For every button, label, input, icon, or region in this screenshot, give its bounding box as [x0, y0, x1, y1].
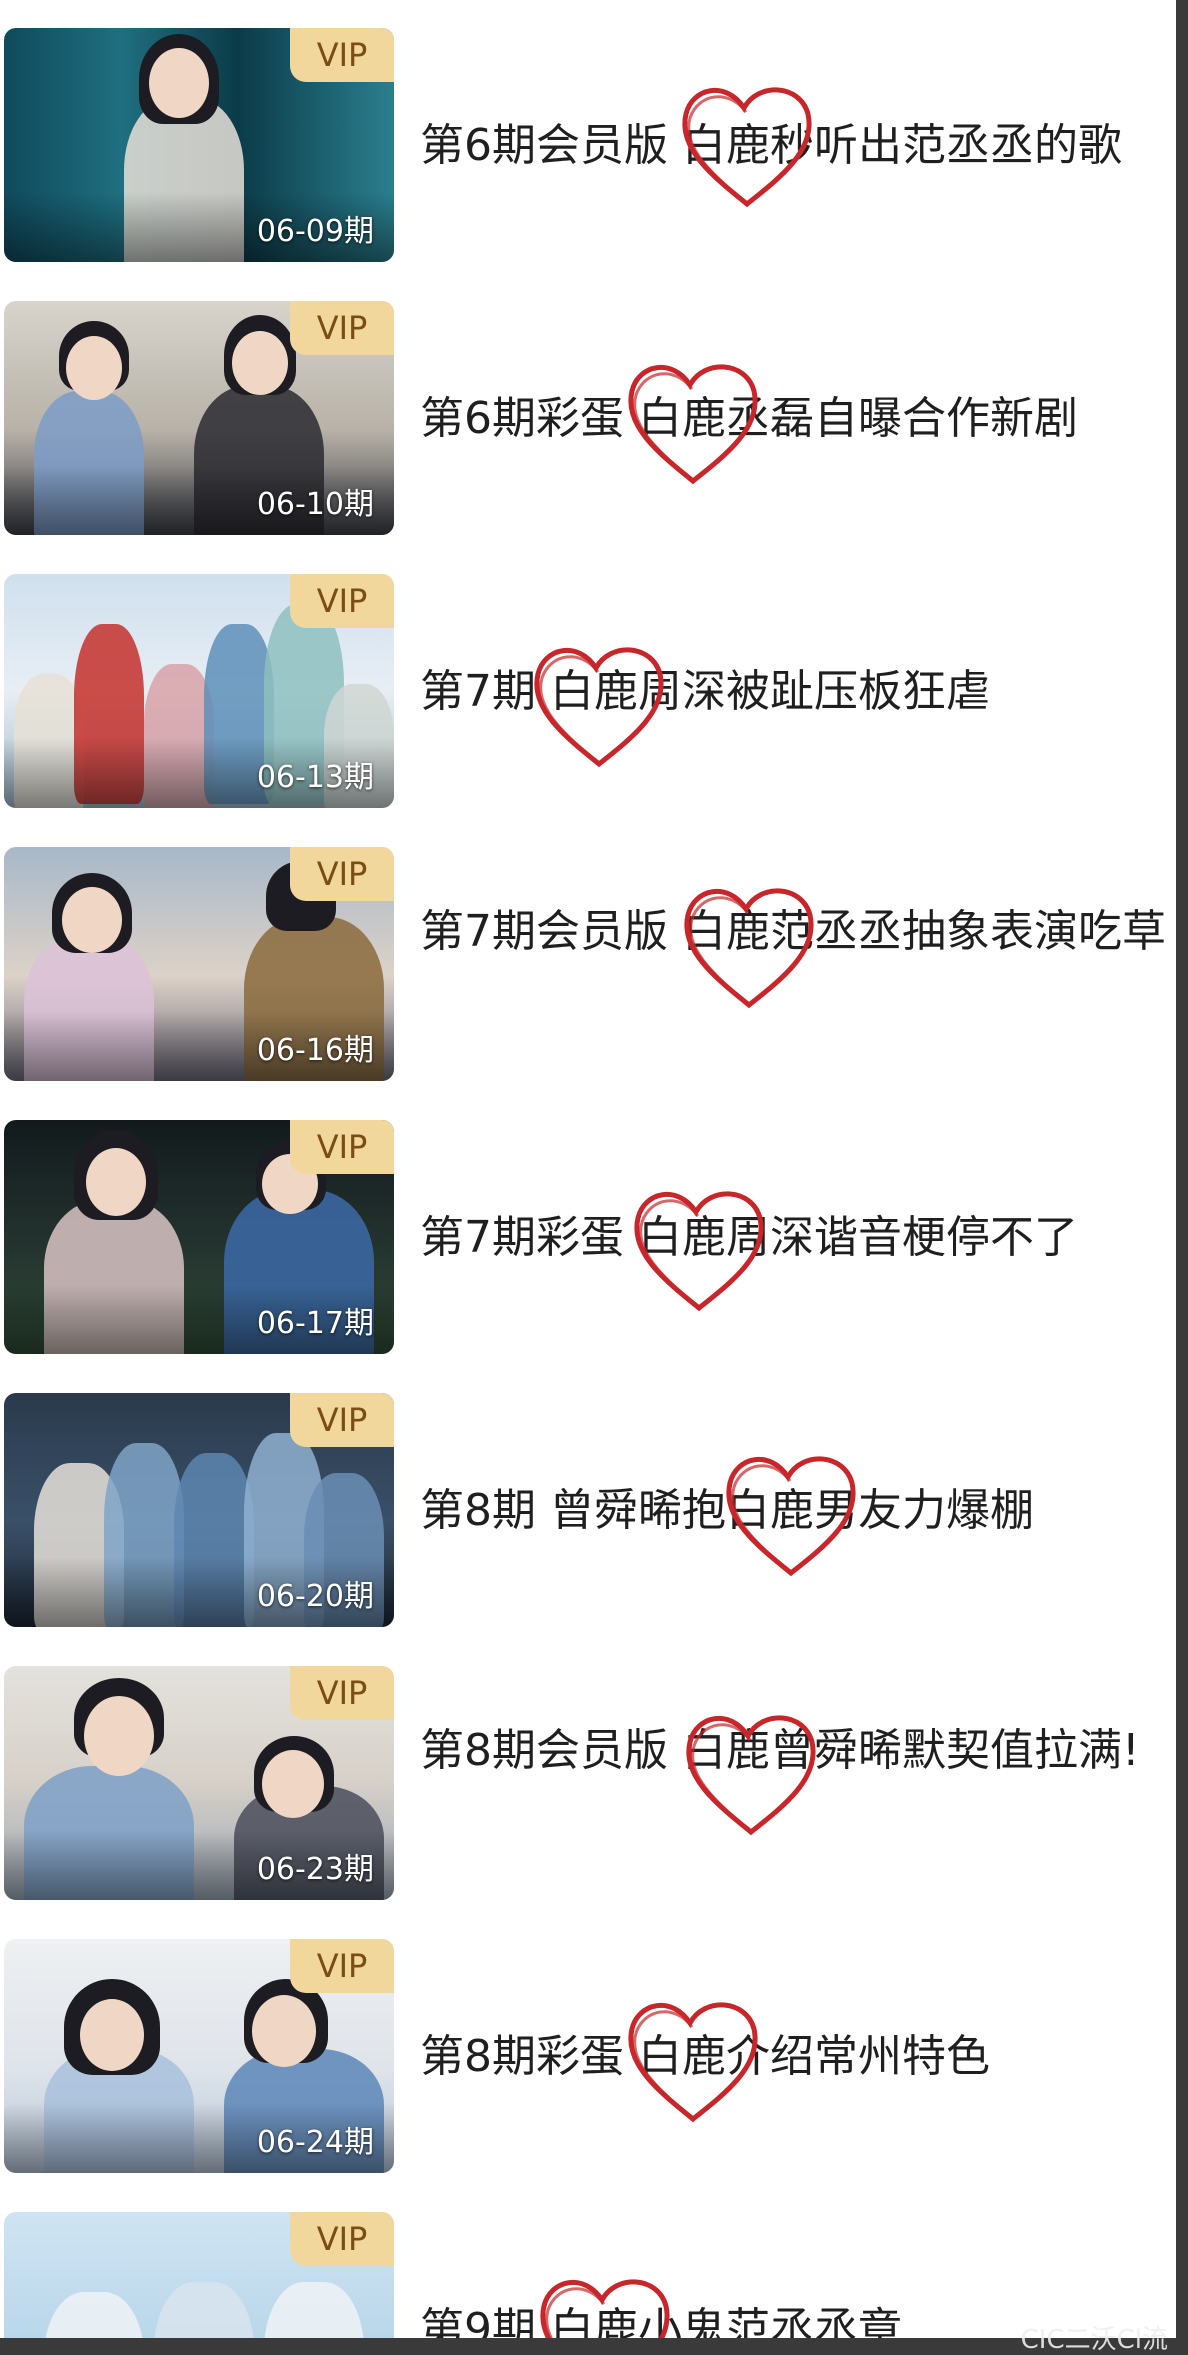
episode-thumbnail[interactable]: VIP [4, 2212, 394, 2338]
episode-thumbnail[interactable]: VIP 06-16期 [4, 847, 394, 1081]
episode-date: 06-09期 [256, 214, 374, 249]
list-item[interactable]: VIP 06-16期 第7期会员版 白鹿范丞丞抽象表演吃草 [0, 847, 1176, 1087]
vip-badge: VIP [290, 1939, 394, 1993]
list-item[interactable]: VIP 06-13期 第7期 白鹿周深被趾压板狂虐 [0, 574, 1176, 814]
episode-thumbnail[interactable]: VIP 06-10期 [4, 301, 394, 535]
thumbnail-face [66, 336, 122, 400]
thumbnail-face [262, 1750, 324, 1818]
episode-thumbnail[interactable]: VIP 06-24期 [4, 1939, 394, 2173]
bottom-frame [0, 2338, 1188, 2355]
thumbnail-face [86, 1148, 146, 1216]
heart-icon [726, 1456, 856, 1577]
episode-title[interactable]: 第7期彩蛋 白鹿周深谐音梗停不了 [420, 1205, 1176, 1271]
thumbnail-face [84, 1696, 154, 1776]
episode-date: 06-24期 [256, 2125, 374, 2160]
episode-thumbnail[interactable]: VIP 06-23期 [4, 1666, 394, 1900]
vip-badge: VIP [290, 1120, 394, 1174]
episode-list-screen: VIP 06-09期 第6期会员版 白鹿秒听出范丞丞的歌 VIP 06-10期 … [0, 0, 1176, 2338]
heart-icon [628, 2002, 758, 2123]
list-item[interactable]: VIP 06-10期 第6期彩蛋 白鹿丞磊自曝合作新剧 [0, 301, 1176, 541]
heart-icon [634, 1191, 764, 1312]
vip-badge: VIP [290, 1666, 394, 1720]
heart-icon [534, 647, 664, 768]
episode-date: 06-17期 [256, 1306, 374, 1341]
list-item[interactable]: VIP 06-20期 第8期 曾舜晞抱白鹿男友力爆棚 [0, 1393, 1176, 1633]
list-item[interactable]: VIP 06-24期 第8期彩蛋 白鹿介绍常州特色 [0, 1939, 1176, 2179]
episode-date: 06-16期 [256, 1033, 374, 1068]
vip-badge: VIP [290, 847, 394, 901]
list-item[interactable]: VIP 第9期 白鹿小鬼范丞丞章 [0, 2212, 1176, 2338]
vip-badge: VIP [290, 574, 394, 628]
thumbnail-face [149, 48, 209, 118]
vip-badge: VIP [290, 28, 394, 82]
episode-thumbnail[interactable]: VIP 06-17期 [4, 1120, 394, 1354]
episode-date: 06-23期 [256, 1852, 374, 1887]
episode-thumbnail[interactable]: VIP 06-20期 [4, 1393, 394, 1627]
heart-icon [628, 364, 758, 485]
episode-title[interactable]: 第6期彩蛋 白鹿丞磊自曝合作新剧 [420, 386, 1176, 452]
watermark: CIC二沃Cl流 [1020, 2325, 1168, 2355]
heart-icon [684, 888, 814, 1009]
list-item[interactable]: VIP 06-23期 第8期会员版 白鹿曾舜晞默契值拉满! [0, 1666, 1176, 1906]
vip-badge: VIP [290, 1393, 394, 1447]
episode-title[interactable]: 第8期彩蛋 白鹿介绍常州特色 [420, 2024, 1176, 2090]
episode-date: 06-10期 [256, 487, 374, 522]
heart-icon [540, 2279, 670, 2338]
list-item[interactable]: VIP 06-17期 第7期彩蛋 白鹿周深谐音梗停不了 [0, 1120, 1176, 1360]
thumbnail-face [80, 1999, 144, 2071]
episode-thumbnail[interactable]: VIP 06-13期 [4, 574, 394, 808]
list-item[interactable]: VIP 06-09期 第6期会员版 白鹿秒听出范丞丞的歌 [0, 28, 1176, 268]
heart-icon [686, 1715, 816, 1836]
thumbnail-face [62, 887, 122, 953]
vip-badge: VIP [290, 2212, 394, 2266]
vip-badge: VIP [290, 301, 394, 355]
thumbnail-face [232, 331, 288, 395]
episode-date: 06-20期 [256, 1579, 374, 1614]
thumbnail-face [252, 1995, 316, 2067]
episode-date: 06-13期 [256, 760, 374, 795]
episode-thumbnail[interactable]: VIP 06-09期 [4, 28, 394, 262]
heart-icon [682, 87, 812, 208]
